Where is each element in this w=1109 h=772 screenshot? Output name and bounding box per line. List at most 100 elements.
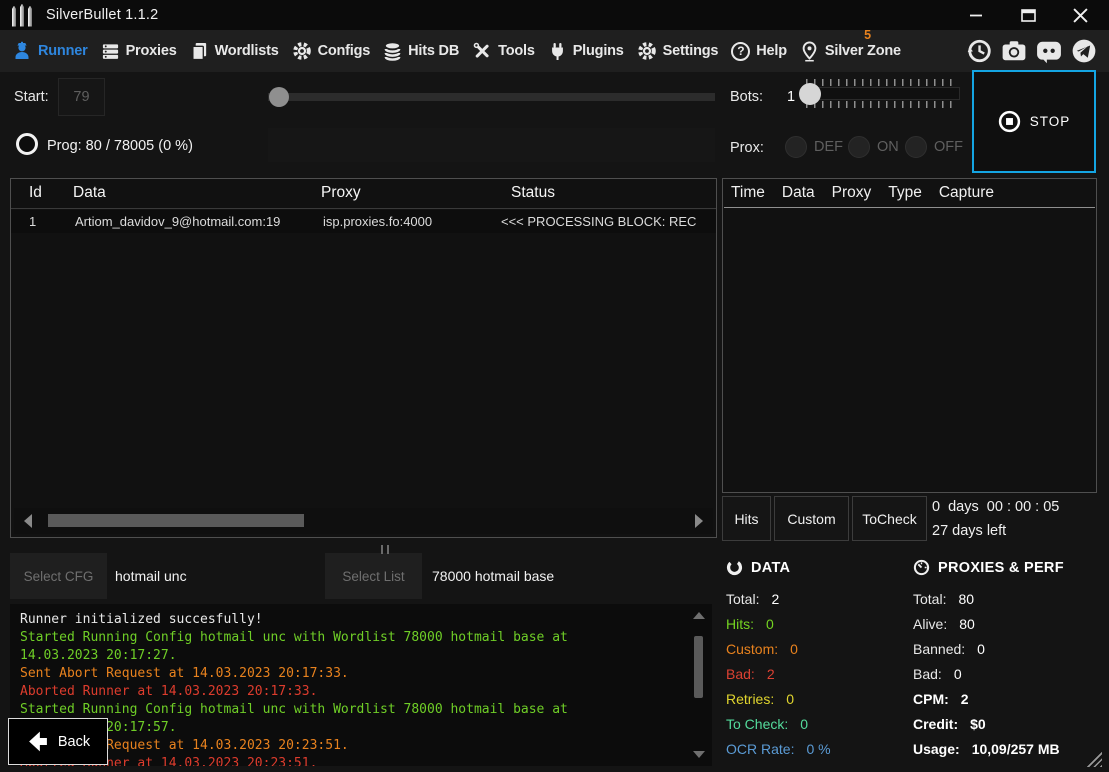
select-list-button[interactable]: Select List — [325, 553, 422, 599]
scroll-down-icon[interactable] — [693, 751, 705, 758]
col-status: Status — [511, 184, 555, 202]
discord-icon[interactable] — [1036, 38, 1062, 64]
header-divider — [11, 208, 716, 209]
radio-icon[interactable] — [848, 136, 870, 158]
menu-proxies-label: Proxies — [126, 43, 177, 59]
prox-radio-def[interactable]: DEF — [785, 136, 843, 158]
start-slider[interactable] — [268, 87, 715, 107]
stat-ocr-rate: OCR Rate:0 % — [726, 736, 831, 761]
start-slider-track — [268, 93, 715, 101]
menu-proxies[interactable]: Proxies — [101, 42, 177, 61]
history-icon[interactable] — [966, 38, 992, 64]
bots-slider-thumb[interactable] — [799, 83, 821, 105]
stop-button[interactable]: STOP — [972, 70, 1096, 173]
tab-custom[interactable]: Custom — [774, 496, 849, 541]
menu-wordlists[interactable]: Wordlists — [190, 42, 279, 61]
col-id: Id — [29, 184, 42, 202]
gear-icon — [637, 41, 657, 61]
tools-icon — [472, 41, 492, 61]
log-line: Aborted Runner at 14.03.2023 20:23:51. — [20, 755, 702, 766]
app-window: SilverBullet 1.1.2 Runner Proxies Wordli… — [0, 0, 1109, 772]
col-proxy: Proxy — [321, 184, 361, 202]
stat-credit: Credit:$0 — [913, 711, 1060, 736]
log-scrollbar[interactable] — [690, 608, 708, 762]
header-divider — [724, 207, 1095, 208]
col-proxy: Proxy — [832, 184, 872, 202]
scrollbar-thumb[interactable] — [694, 636, 703, 698]
resize-grip[interactable] — [1086, 751, 1102, 767]
horizontal-scrollbar[interactable] — [14, 508, 713, 534]
camera-icon[interactable] — [1001, 38, 1027, 64]
question-icon: ? — [731, 42, 750, 61]
log-line: Sent Abort Request at 14.03.2023 20:17:3… — [20, 665, 702, 683]
telegram-icon[interactable] — [1071, 38, 1097, 64]
menu-tools[interactable]: Tools — [472, 41, 535, 61]
documents-icon — [190, 42, 209, 61]
bots-slider-ticks-bottom — [806, 101, 956, 108]
menu-tools-label: Tools — [498, 43, 535, 59]
menu-plugins[interactable]: Plugins — [548, 42, 624, 61]
gear-icon — [292, 41, 312, 61]
back-button[interactable]: Back — [8, 718, 108, 765]
radio-icon[interactable] — [905, 136, 927, 158]
minimize-icon[interactable] — [965, 4, 987, 26]
log-line: Started Running Config hotmail unc with … — [20, 629, 702, 647]
tab-tocheck[interactable]: ToCheck — [852, 496, 927, 541]
cell-status: <<< PROCESSING BLOCK: REC — [501, 214, 696, 229]
menu-hits-db[interactable]: Hits DB — [383, 42, 459, 61]
scrollbar-thumb[interactable] — [48, 514, 304, 527]
menu-help[interactable]: ? Help — [731, 42, 787, 61]
log-line: 14.03.2023 20:17:27. — [20, 647, 702, 665]
days-left: 27 days left — [932, 523, 1006, 539]
start-input[interactable] — [58, 78, 105, 116]
log-line: 14.03.2023 20:17:57. — [20, 719, 702, 737]
silver-zone-badge: 5 — [864, 28, 871, 42]
menu-help-label: Help — [756, 43, 787, 59]
radio-icon[interactable] — [785, 136, 807, 158]
back-label: Back — [58, 734, 90, 750]
prox-radio-off[interactable]: OFF — [905, 136, 963, 158]
stat-bad: Bad:2 — [726, 661, 831, 686]
bots-slider-track — [802, 87, 960, 100]
menu-plugins-label: Plugins — [573, 43, 624, 59]
scroll-right-icon[interactable] — [695, 514, 703, 528]
stat-hits: Hits:0 — [726, 611, 831, 636]
stop-label: STOP — [1030, 114, 1071, 129]
col-data: Data — [782, 184, 815, 202]
scroll-up-icon[interactable] — [693, 612, 705, 619]
menu-runner-label: Runner — [38, 43, 88, 59]
stop-icon — [998, 110, 1021, 133]
maximize-icon[interactable] — [1017, 4, 1039, 26]
tab-hits[interactable]: Hits — [722, 496, 771, 541]
menu-settings[interactable]: Settings — [637, 41, 719, 61]
bots-label: Bots: — [730, 89, 763, 105]
hits-table: Time Data Proxy Type Capture — [722, 178, 1097, 493]
stat-proxy-total: Total:80 — [913, 586, 1060, 611]
select-cfg-button[interactable]: Select CFG — [10, 553, 107, 599]
stat-usage: Usage:10,09/257 MB — [913, 736, 1060, 761]
splitter-handle[interactable] — [381, 545, 389, 554]
progress-bar — [268, 128, 715, 162]
gauge-icon — [913, 559, 930, 576]
start-slider-thumb[interactable] — [269, 87, 289, 107]
prox-label: Prox: — [730, 140, 764, 156]
back-arrow-icon — [26, 731, 50, 752]
window-title: SilverBullet 1.1.2 — [46, 7, 158, 23]
log-line: Aborted Runner at 14.03.2023 20:17:33. — [20, 683, 702, 701]
menu-configs-label: Configs — [318, 43, 371, 59]
bots-value: 1 — [787, 89, 795, 105]
scroll-left-icon[interactable] — [24, 514, 32, 528]
proxies-stats: Total:80 Alive:80 Banned:0 Bad:0 CPM:2 C… — [913, 586, 1060, 761]
bots-slider[interactable] — [802, 79, 960, 108]
log-line: Started Running Config hotmail unc with … — [20, 701, 702, 719]
proxies-perf-header: PROXIES & PERF — [913, 559, 1064, 576]
col-data: Data — [73, 184, 106, 202]
list-value: 78000 hotmail base — [432, 568, 554, 584]
close-icon[interactable] — [1069, 4, 1091, 26]
menu-runner[interactable]: Runner — [12, 41, 88, 61]
menu-silver-zone[interactable]: Silver Zone 5 — [800, 41, 901, 62]
prox-radio-on[interactable]: ON — [848, 136, 899, 158]
cell-id: 1 — [29, 214, 36, 229]
log-line: Runner initialized succesfully! — [20, 611, 702, 629]
menu-configs[interactable]: Configs — [292, 41, 371, 61]
